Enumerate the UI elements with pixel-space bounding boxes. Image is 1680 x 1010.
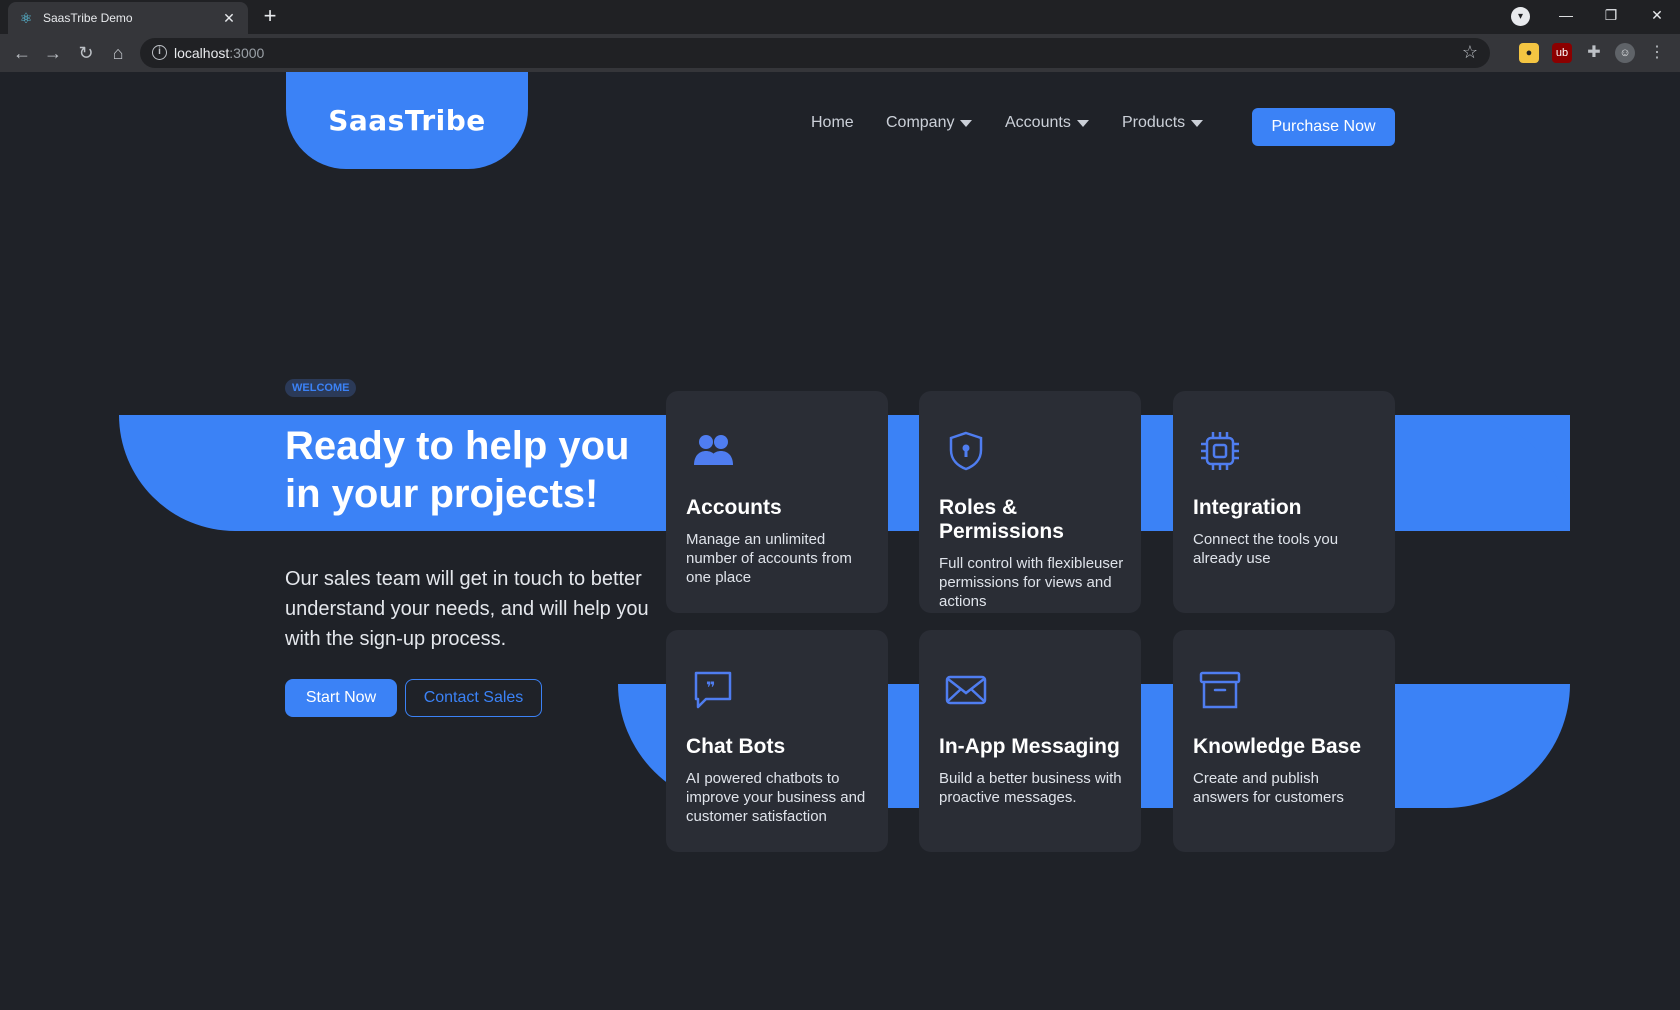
url-host: localhost bbox=[174, 45, 230, 61]
new-tab-button[interactable]: + bbox=[258, 5, 282, 29]
card-title: Integration bbox=[1193, 496, 1302, 519]
card-description: Build a better business with proactive m… bbox=[939, 770, 1122, 806]
hero-subtitle: Our sales team will get in touch to bett… bbox=[285, 568, 649, 650]
back-icon[interactable]: ← bbox=[10, 41, 34, 65]
chat-icon: ❞ bbox=[694, 671, 732, 709]
card-description: Create and publish answers for customers bbox=[1193, 770, 1344, 806]
minimize-button[interactable]: — bbox=[1543, 0, 1589, 30]
caret-down-icon bbox=[960, 119, 973, 127]
card-description: Full control with flexibleuser permissio… bbox=[939, 555, 1124, 610]
card-description: AI powered chatbots to improve your busi… bbox=[686, 770, 866, 825]
card-title: Chat Bots bbox=[686, 735, 786, 758]
extensions-puzzle-icon[interactable]: ✚ bbox=[1584, 43, 1604, 63]
start-now-button[interactable]: Start Now bbox=[285, 679, 397, 717]
purchase-now-button[interactable]: Purchase Now bbox=[1252, 108, 1395, 146]
shield-icon bbox=[949, 431, 983, 471]
extension-icon[interactable]: ● bbox=[1519, 43, 1539, 63]
card-title: Knowledge Base bbox=[1193, 735, 1362, 758]
profile-menu-icon[interactable]: ▾ bbox=[1511, 7, 1530, 26]
browser-tab[interactable]: ⚛ SaasTribe Demo ✕ bbox=[8, 2, 248, 34]
nav-home-label: Home bbox=[811, 114, 854, 131]
svg-text:❞: ❞ bbox=[706, 678, 715, 697]
url-text: localhost:3000 bbox=[174, 45, 264, 61]
feature-card-knowledge-base[interactable]: Knowledge Base Create and publish answer… bbox=[1173, 630, 1395, 852]
mail-icon bbox=[945, 675, 987, 705]
nav-products-label: Products bbox=[1122, 114, 1186, 131]
chip-icon bbox=[1201, 432, 1239, 470]
feature-card-integration[interactable]: Integration Connect the tools you alread… bbox=[1173, 391, 1395, 613]
bookmark-star-icon[interactable]: ☆ bbox=[1462, 42, 1478, 63]
avatar[interactable]: ☺ bbox=[1615, 43, 1635, 63]
caret-down-icon bbox=[1076, 119, 1089, 127]
logo-text: SaasTribe bbox=[328, 104, 486, 137]
nav-home[interactable]: Home bbox=[811, 114, 854, 132]
home-icon[interactable]: ⌂ bbox=[106, 41, 130, 65]
address-bar[interactable]: i localhost:3000 ☆ bbox=[140, 38, 1490, 68]
logo[interactable]: SaasTribe bbox=[286, 72, 528, 169]
feature-card-in-app-messaging[interactable]: In-App Messaging Build a better business… bbox=[919, 630, 1141, 852]
card-title: Accounts bbox=[686, 496, 782, 519]
tab-title: SaasTribe Demo bbox=[43, 11, 133, 25]
card-title: Roles & Permissions bbox=[939, 496, 1064, 543]
react-favicon-icon: ⚛ bbox=[19, 10, 33, 26]
restore-button[interactable]: ❐ bbox=[1588, 0, 1634, 30]
feature-card-chat-bots[interactable]: ❞ Chat Bots AI powered chatbots to impro… bbox=[666, 630, 888, 852]
menu-kebab-icon[interactable]: ⋮ bbox=[1647, 43, 1667, 63]
card-description: Connect the tools you already use bbox=[1193, 531, 1339, 567]
archive-icon bbox=[1199, 671, 1241, 709]
ublock-icon[interactable]: ub bbox=[1552, 43, 1572, 63]
feature-card-roles-permissions[interactable]: Roles & Permissions Full control with fl… bbox=[919, 391, 1141, 613]
close-window-button[interactable]: ✕ bbox=[1634, 0, 1680, 30]
welcome-badge: WELCOME bbox=[285, 379, 357, 397]
tab-close-icon[interactable]: ✕ bbox=[220, 10, 238, 27]
nav-accounts-label: Accounts bbox=[1005, 114, 1071, 131]
nav-accounts[interactable]: Accounts bbox=[1005, 114, 1089, 132]
page: SaasTribe Home Company Accounts Products… bbox=[0, 72, 1680, 1010]
caret-down-icon bbox=[1191, 119, 1204, 127]
reload-icon[interactable]: ↻ bbox=[74, 41, 98, 65]
browser-tab-strip: ⚛ SaasTribe Demo ✕ + ▾ — ❐ ✕ bbox=[0, 0, 1680, 34]
nav-company[interactable]: Company bbox=[886, 114, 973, 132]
nav-company-label: Company bbox=[886, 114, 955, 131]
contact-sales-button[interactable]: Contact Sales bbox=[405, 679, 542, 717]
browser-toolbar: ← → ↻ ⌂ i localhost:3000 ☆ ● ub ✚ ☺ ⋮ bbox=[0, 34, 1680, 72]
card-description: Manage an unlimited number of accounts f… bbox=[686, 531, 852, 586]
nav-products[interactable]: Products bbox=[1122, 114, 1204, 132]
forward-icon[interactable]: → bbox=[41, 41, 65, 65]
card-title: In-App Messaging bbox=[939, 735, 1120, 758]
url-port: :3000 bbox=[229, 45, 265, 61]
users-icon bbox=[694, 435, 733, 465]
site-info-icon[interactable]: i bbox=[152, 45, 167, 60]
feature-card-accounts[interactable]: Accounts Manage an unlimited number of a… bbox=[666, 391, 888, 613]
hero-title: Ready to help you in your projects! bbox=[285, 424, 630, 516]
